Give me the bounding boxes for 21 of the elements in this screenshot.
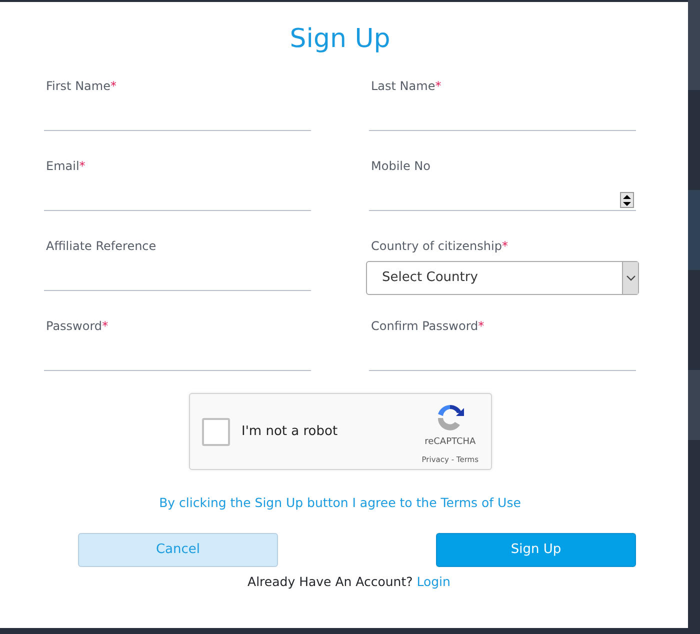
field-label: Last Name* xyxy=(370,78,442,96)
field-label: Password* xyxy=(45,318,108,336)
background-panel xyxy=(688,370,700,440)
field-label: Country of citizenship* xyxy=(370,238,508,256)
login-link[interactable]: Login xyxy=(416,574,450,589)
terms-text: By clicking the Sign Up button I agree to the Terms of Use xyxy=(158,494,522,512)
country-select[interactable]: Select Country xyxy=(366,261,639,296)
captcha-brand: reCAPTCHA xyxy=(424,436,476,450)
dialog-title: Sign Up xyxy=(288,24,392,56)
field-label: Affiliate Reference xyxy=(45,238,156,256)
field-label: Email* xyxy=(45,158,86,176)
footer-text: Already Have An Account? xyxy=(248,574,414,589)
field-label: Confirm Password* xyxy=(370,318,484,336)
cancel-button[interactable]: Cancel xyxy=(78,532,278,567)
field-label: First Name* xyxy=(45,78,116,96)
field-label: Mobile No xyxy=(370,158,430,176)
captcha-checkbox[interactable] xyxy=(202,418,230,446)
captcha-label: I'm not a robot xyxy=(242,422,338,441)
sign-up-button[interactable]: Sign Up xyxy=(436,532,636,567)
spinner-icon[interactable] xyxy=(620,192,634,208)
chevron-down-icon xyxy=(626,275,636,282)
